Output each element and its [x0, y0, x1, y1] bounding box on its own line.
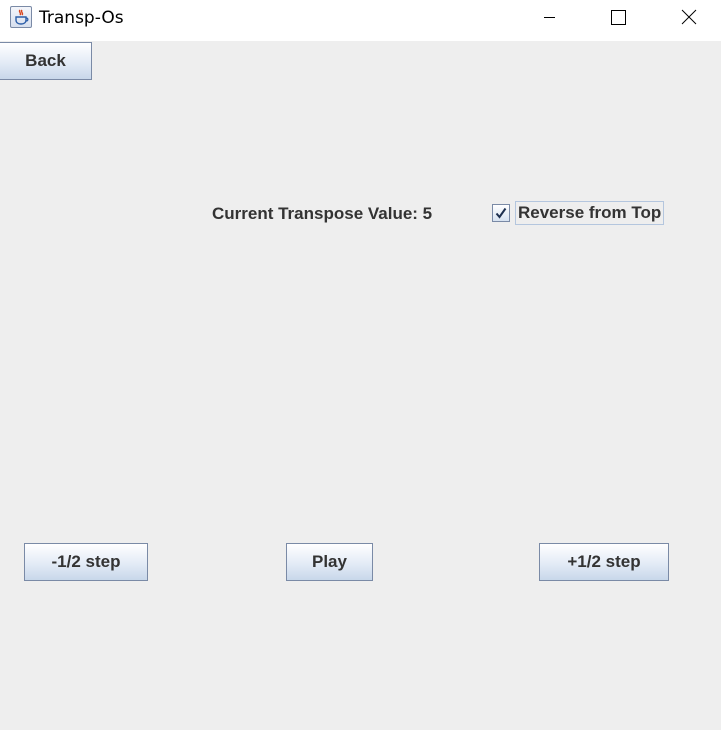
half-step-down-button[interactable]: -1/2 step: [24, 543, 148, 581]
checkmark-icon: [495, 207, 507, 219]
java-cup-icon: [10, 6, 32, 28]
checkbox-label[interactable]: Reverse from Top: [515, 201, 665, 225]
transpose-value-label: Current Transpose Value: 5: [212, 204, 433, 223]
app-window: Transp-Os Back Current Transpose Value: …: [0, 0, 721, 730]
window-title: Transp-Os: [39, 8, 124, 28]
title-bar: Transp-Os: [0, 0, 721, 41]
checkbox-box[interactable]: [492, 204, 510, 222]
close-button[interactable]: [666, 0, 712, 35]
back-button[interactable]: Back: [0, 42, 92, 80]
minimize-button[interactable]: [526, 0, 572, 35]
half-step-up-button[interactable]: +1/2 step: [539, 543, 669, 581]
maximize-button[interactable]: [596, 0, 642, 35]
reverse-from-top-checkbox[interactable]: Reverse from Top: [490, 200, 670, 227]
play-button[interactable]: Play: [286, 543, 373, 581]
